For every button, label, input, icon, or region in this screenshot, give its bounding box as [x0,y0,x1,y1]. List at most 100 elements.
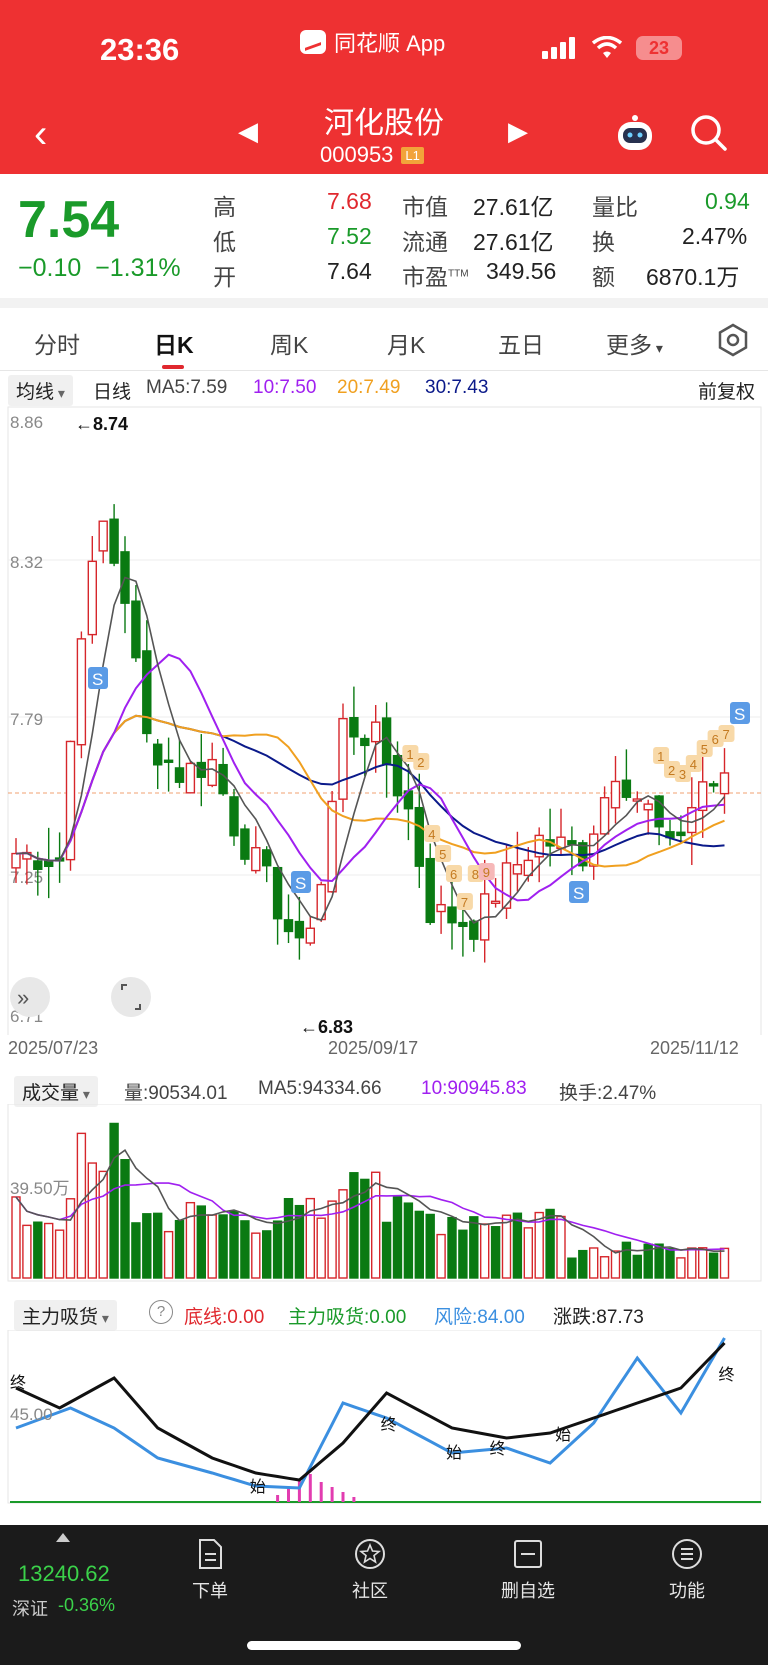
volume-bar [392,1195,403,1279]
menu-lines-icon [672,1539,702,1569]
td-count-badge: 7 [456,893,473,910]
td-count-badge: 6 [446,865,462,882]
signal-text: S [573,884,584,903]
pe-label-text: 市盈 [402,264,448,290]
tab-more[interactable]: 更多 ▾ [606,326,663,360]
app-title: 同花顺 App [300,26,445,58]
volume-bar [44,1222,54,1279]
candle-body [218,763,228,795]
help-icon[interactable]: ? [149,1300,173,1324]
candle-body [251,846,261,872]
candle-body [305,927,315,944]
tab-monthly-k[interactable]: 月K [387,326,425,360]
index-expand-icon[interactable] [56,1533,70,1542]
volume-bar [381,1221,392,1279]
volume-bar [567,1257,577,1279]
volume-bar [109,1122,119,1279]
volume-ma5: MA5:94334.66 [258,1078,382,1099]
volume-bar [262,1230,272,1279]
index-change: -0.36% [58,1595,116,1615]
ma10-line [15,653,725,902]
volume-bar [196,1205,207,1279]
volume-bar [621,1241,632,1279]
volume-bar [283,1197,294,1279]
ma-indicator-dropdown[interactable]: 均线 [8,375,73,406]
svg-text:2: 2 [417,755,424,770]
volume-tick: 39.50万 [10,1179,70,1198]
float-value: 27.61亿 [473,229,554,255]
volume-bar [11,1196,21,1279]
period-tabs: 分时 日K 周K 月K 五日 更多 ▾ [0,308,768,371]
volume-bar [152,1212,163,1279]
candle-body [589,833,599,867]
volratio-value: 0.94 [705,188,750,214]
candle-body [676,831,686,837]
volume-chart: 39.50万 [7,1104,762,1282]
change-pct: −1.31% [95,254,181,282]
candle-body [458,921,468,928]
expand-panel-button[interactable]: » [10,977,50,1017]
volume-bar [403,1202,414,1279]
bottom-nav: 13240.62 深证 -0.36% 下单 社区 删自选 功能 [0,1525,768,1665]
indicator-dropdown[interactable]: 主力吸货 [14,1300,117,1331]
stock-code: 000953 [320,142,394,167]
candle-body [229,796,239,837]
date-label: 2025/07/23 [8,1038,99,1058]
nav-community[interactable]: 社区 [320,1537,420,1603]
status-icons: 23 [542,36,682,60]
nav-remove-watchlist[interactable]: 删自选 [478,1537,578,1603]
open-value: 7.64 [327,258,372,284]
nav-functions-label: 功能 [669,1581,705,1601]
mktcap-value: 27.61亿 [473,194,554,220]
tab-five-day[interactable]: 五日 [498,326,544,360]
order-doc-icon [199,1539,222,1569]
indicator-tick: 45.00 [10,1405,53,1424]
index-value[interactable]: 13240.62 [18,1561,110,1587]
settings-hexagon-icon[interactable] [715,322,751,358]
nav-order[interactable]: 下单 [160,1537,260,1603]
volume-bar [632,1254,642,1279]
candle-body [425,857,435,924]
search-icon[interactable] [690,114,728,152]
candle-body [708,783,719,787]
candle-body [371,721,381,743]
candle-body [719,772,730,795]
signal-mark: 终 [10,1374,26,1392]
sell-signal: S [291,871,311,893]
change-value: −0.10 [18,254,82,282]
tab-intraday[interactable]: 分时 [34,326,80,360]
candle-body [262,849,272,867]
tab-weekly-k[interactable]: 周K [270,326,308,360]
candle-body [621,779,632,798]
min-price-label: ←6.83 [300,1017,353,1035]
candle-body [131,600,141,659]
nav-community-label: 社区 [352,1581,388,1601]
volume-bar [54,1229,65,1279]
kline-chart[interactable]: 8.86 8.32 7.79 7.25 6.71 ←8.74 ←6.83 S S… [0,405,768,1035]
signal-mark: 始 [555,1426,571,1444]
assistant-robot-icon[interactable] [612,114,658,154]
last-price: 7.54 [18,191,120,249]
volume-dropdown[interactable]: 成交量 [14,1076,98,1107]
indicator-legend-row: 主力吸货 ? 底线:0.00 主力吸货:0.00 风险:84.00 涨跌:87.… [0,1300,768,1331]
svg-text:7: 7 [723,727,730,742]
period-label: 日线 [93,382,132,403]
tab-daily-k[interactable]: 日K [154,326,194,360]
turnover-value: 2.47% [682,223,748,249]
volume-bar [33,1221,43,1279]
signal-mark: 终 [719,1366,735,1384]
main-absorb-value: 主力吸货:0.00 [288,1307,407,1328]
fullscreen-button[interactable] [111,977,151,1017]
ma-legend-row: 均线 日线 MA5:7.59 10:7.50 20:7.49 30:7.43 前… [0,375,768,406]
candle-body [349,716,359,738]
volume-bar [229,1210,239,1279]
adjust-mode[interactable]: 前复权 [698,377,755,404]
volume-bar [676,1257,686,1279]
volume-bar [447,1216,457,1279]
next-stock-icon[interactable]: ▶ [508,116,528,147]
volume-bar [512,1212,523,1279]
volume-bar [240,1220,250,1279]
home-indicator [247,1641,521,1650]
candle-body [512,864,523,875]
nav-functions[interactable]: 功能 [637,1537,737,1603]
